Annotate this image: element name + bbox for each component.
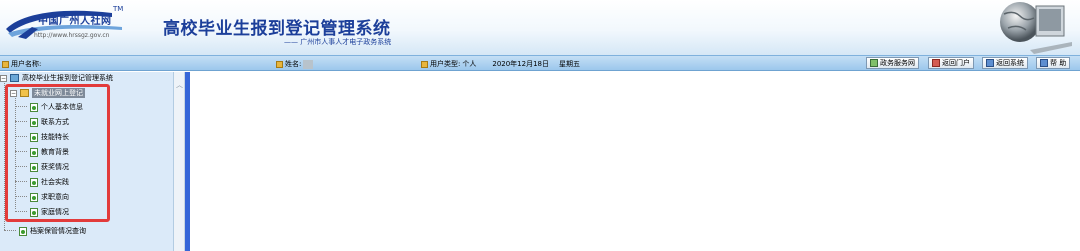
user-name-label: 用户名称: [11, 60, 42, 68]
user-name-field: 用户名称: [2, 59, 41, 69]
type-icon [421, 60, 428, 68]
globe-laptop-icon [1000, 2, 1072, 54]
name-label: 姓名: [285, 60, 302, 68]
system-button[interactable]: 返回系统 [982, 57, 1028, 69]
document-icon [19, 226, 27, 236]
highlight-box [5, 84, 110, 222]
help-button-label: 帮 助 [1050, 59, 1067, 67]
name-icon [276, 60, 283, 68]
portal-button-label: 返回门户 [942, 59, 970, 67]
scrollbar[interactable]: ︿ [174, 72, 185, 251]
tree-item-label: 档案保管情况查询 [30, 227, 86, 235]
user-type-value: 个人 [462, 60, 477, 68]
tree-root[interactable]: − 高校毕业生报到登记管理系统 [0, 73, 113, 83]
user-type-label: 用户类型: [430, 60, 461, 68]
system-title: 高校毕业生报到登记管理系统 [163, 19, 391, 39]
tree-item-archive-query[interactable]: 档案保管情况查询 [19, 226, 86, 236]
info-bar: 用户名称: 姓名: 用户类型: 个人 2020年12月18日 星期五 政务服务网… [0, 55, 1080, 71]
main-content [185, 72, 1080, 251]
tree-line [4, 230, 16, 231]
logo-trademark: TM [113, 5, 124, 13]
system-icon [986, 59, 994, 67]
tree-root-label: 高校毕业生报到登记管理系统 [22, 74, 113, 82]
collapse-icon[interactable]: − [0, 74, 7, 82]
service-button[interactable]: 政务服务网 [866, 57, 919, 69]
redacted-name [303, 59, 314, 69]
system-subtitle: —— 广州市人事人才电子政务系统 [284, 38, 392, 46]
header-banner: 中国广州人社网 TM http://www.hrssgz.gov.cn 高校毕业… [0, 0, 1080, 55]
service-icon [870, 59, 878, 67]
weekday-text: 星期五 [559, 60, 580, 68]
user-icon [2, 60, 9, 68]
portal-button[interactable]: 返回门户 [928, 57, 974, 69]
logo-url: http://www.hrssgz.gov.cn [34, 32, 110, 39]
computer-icon [10, 74, 19, 82]
system-button-label: 返回系统 [996, 59, 1024, 67]
chevron-up-icon[interactable]: ︿ [176, 80, 183, 90]
user-type-field: 用户类型: 个人 2020年12月18日 星期五 [421, 59, 580, 69]
service-button-label: 政务服务网 [880, 59, 915, 67]
help-icon [1040, 59, 1048, 67]
help-button[interactable]: 帮 助 [1036, 57, 1071, 69]
logo-text: 中国广州人社网 [38, 16, 112, 27]
content-divider [185, 72, 190, 251]
name-field: 姓名: [276, 59, 314, 69]
home-icon [932, 59, 940, 67]
date-text: 2020年12月18日 [492, 60, 549, 68]
